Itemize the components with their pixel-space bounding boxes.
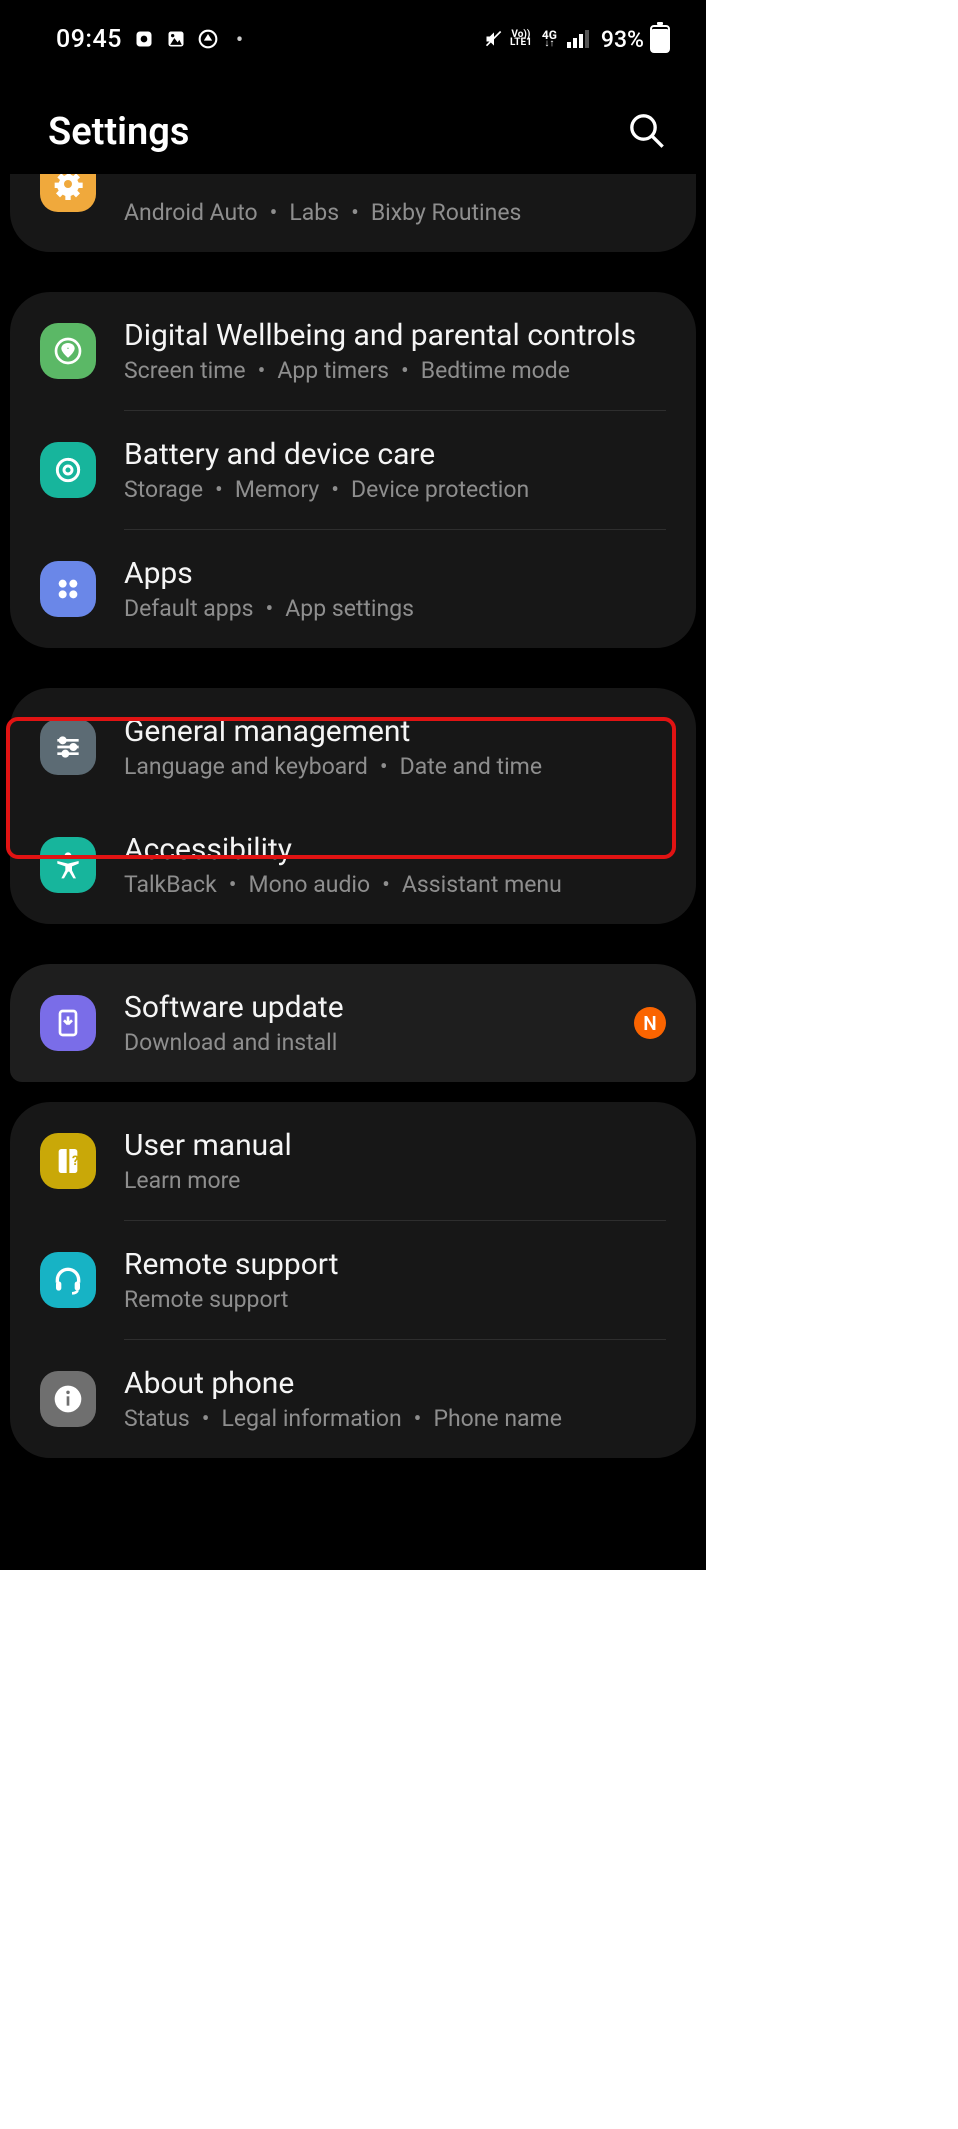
- item-subtitle: Download and install: [124, 1029, 634, 1056]
- item-title: General management: [124, 714, 672, 749]
- page-header: Settings: [0, 60, 706, 174]
- item-title: About phone: [124, 1366, 672, 1401]
- item-subtitle: Language and keyboard•Date and time: [124, 753, 672, 780]
- settings-screen: 09:45 • Vo)) LTE1 4G ↓↑ 93%: [0, 0, 706, 1570]
- svg-text:?: ?: [72, 1154, 79, 1169]
- item-title: Battery and device care: [124, 437, 672, 472]
- item-text: Software update Download and install: [124, 990, 634, 1056]
- user-manual-icon: ?: [40, 1133, 96, 1189]
- item-text: Digital Wellbeing and parental controls S…: [124, 318, 672, 384]
- item-text: User manual Learn more: [124, 1128, 672, 1194]
- settings-item-general-management[interactable]: General management Language and keyboard•…: [10, 688, 696, 806]
- settings-item-user-manual[interactable]: ? User manual Learn more: [10, 1102, 696, 1220]
- notif-icon-update: [198, 29, 218, 49]
- notif-icon-gallery: [166, 29, 186, 49]
- item-subtitle: Storage•Memory•Device protection: [124, 476, 672, 503]
- settings-group: Android Auto•Labs•Bixby Routines: [10, 174, 696, 252]
- item-subtitle: TalkBack•Mono audio•Assistant menu: [124, 871, 672, 898]
- item-title: Software update: [124, 990, 634, 1025]
- about-phone-icon: [40, 1371, 96, 1427]
- apps-icon: [40, 561, 96, 617]
- item-subtitle: Learn more: [124, 1167, 672, 1194]
- item-title: Digital Wellbeing and parental controls: [124, 318, 672, 353]
- settings-item-digital-wellbeing[interactable]: Digital Wellbeing and parental controls S…: [10, 292, 696, 410]
- signal-bars-icon: [567, 30, 589, 48]
- settings-item-about-phone[interactable]: About phone Status•Legal information•Phon…: [10, 1340, 696, 1458]
- 4g-indicator: 4G ↓↑: [542, 30, 557, 49]
- item-title: Remote support: [124, 1247, 672, 1282]
- settings-item-accessibility[interactable]: Accessibility TalkBack•Mono audio•Assista…: [10, 806, 696, 924]
- search-icon: [626, 110, 666, 150]
- mute-icon: [484, 29, 504, 49]
- item-subtitle: Status•Legal information•Phone name: [124, 1405, 672, 1432]
- accessibility-icon: [40, 837, 96, 893]
- item-subtitle: Android Auto•Labs•Bixby Routines: [124, 199, 672, 226]
- status-time: 09:45: [56, 25, 122, 54]
- settings-item-apps[interactable]: Apps Default apps•App settings: [10, 530, 696, 648]
- advanced-features-icon: [40, 174, 96, 212]
- settings-item-advanced-features[interactable]: Android Auto•Labs•Bixby Routines: [10, 174, 696, 252]
- item-text: Apps Default apps•App settings: [124, 556, 672, 622]
- notification-badge: N: [634, 1007, 666, 1039]
- item-title: Apps: [124, 556, 672, 591]
- item-subtitle: Default apps•App settings: [124, 595, 672, 622]
- settings-group: General management Language and keyboard•…: [10, 688, 696, 924]
- general-management-icon: [40, 719, 96, 775]
- settings-item-battery-device-care[interactable]: Battery and device care Storage•Memory•De…: [10, 411, 696, 529]
- volte-indicator: Vo)) LTE1: [510, 31, 532, 48]
- settings-item-remote-support[interactable]: Remote support Remote support: [10, 1221, 696, 1339]
- item-title: Accessibility: [124, 832, 672, 867]
- item-text: Remote support Remote support: [124, 1247, 672, 1313]
- settings-list[interactable]: Android Auto•Labs•Bixby Routines Digital …: [0, 174, 706, 1458]
- settings-group: ?User manualLearn moreRemote supportRemo…: [10, 1102, 696, 1458]
- item-text: Accessibility TalkBack•Mono audio•Assista…: [124, 832, 672, 898]
- settings-item-software-update[interactable]: Software update Download and installN: [10, 964, 696, 1082]
- item-text: Android Auto•Labs•Bixby Routines: [124, 199, 672, 226]
- item-subtitle: Screen time•App timers•Bedtime mode: [124, 357, 672, 384]
- settings-group: Digital Wellbeing and parental controls S…: [10, 292, 696, 648]
- search-button[interactable]: [626, 110, 666, 154]
- item-text: Battery and device care Storage•Memory•De…: [124, 437, 672, 503]
- notif-overflow-dot: •: [236, 27, 243, 51]
- notif-icon-1: [134, 29, 154, 49]
- item-text: About phone Status•Legal information•Phon…: [124, 1366, 672, 1432]
- battery-indicator: 93%: [601, 25, 670, 53]
- settings-group: Software update Download and installN: [10, 964, 696, 1082]
- item-subtitle: Remote support: [124, 1286, 672, 1313]
- item-text: General management Language and keyboard•…: [124, 714, 672, 780]
- remote-support-icon: [40, 1252, 96, 1308]
- digital-wellbeing-icon: [40, 323, 96, 379]
- software-update-icon: [40, 995, 96, 1051]
- page-title: Settings: [48, 110, 189, 154]
- battery-device-care-icon: [40, 442, 96, 498]
- status-bar: 09:45 • Vo)) LTE1 4G ↓↑ 93%: [0, 0, 706, 60]
- item-title: User manual: [124, 1128, 672, 1163]
